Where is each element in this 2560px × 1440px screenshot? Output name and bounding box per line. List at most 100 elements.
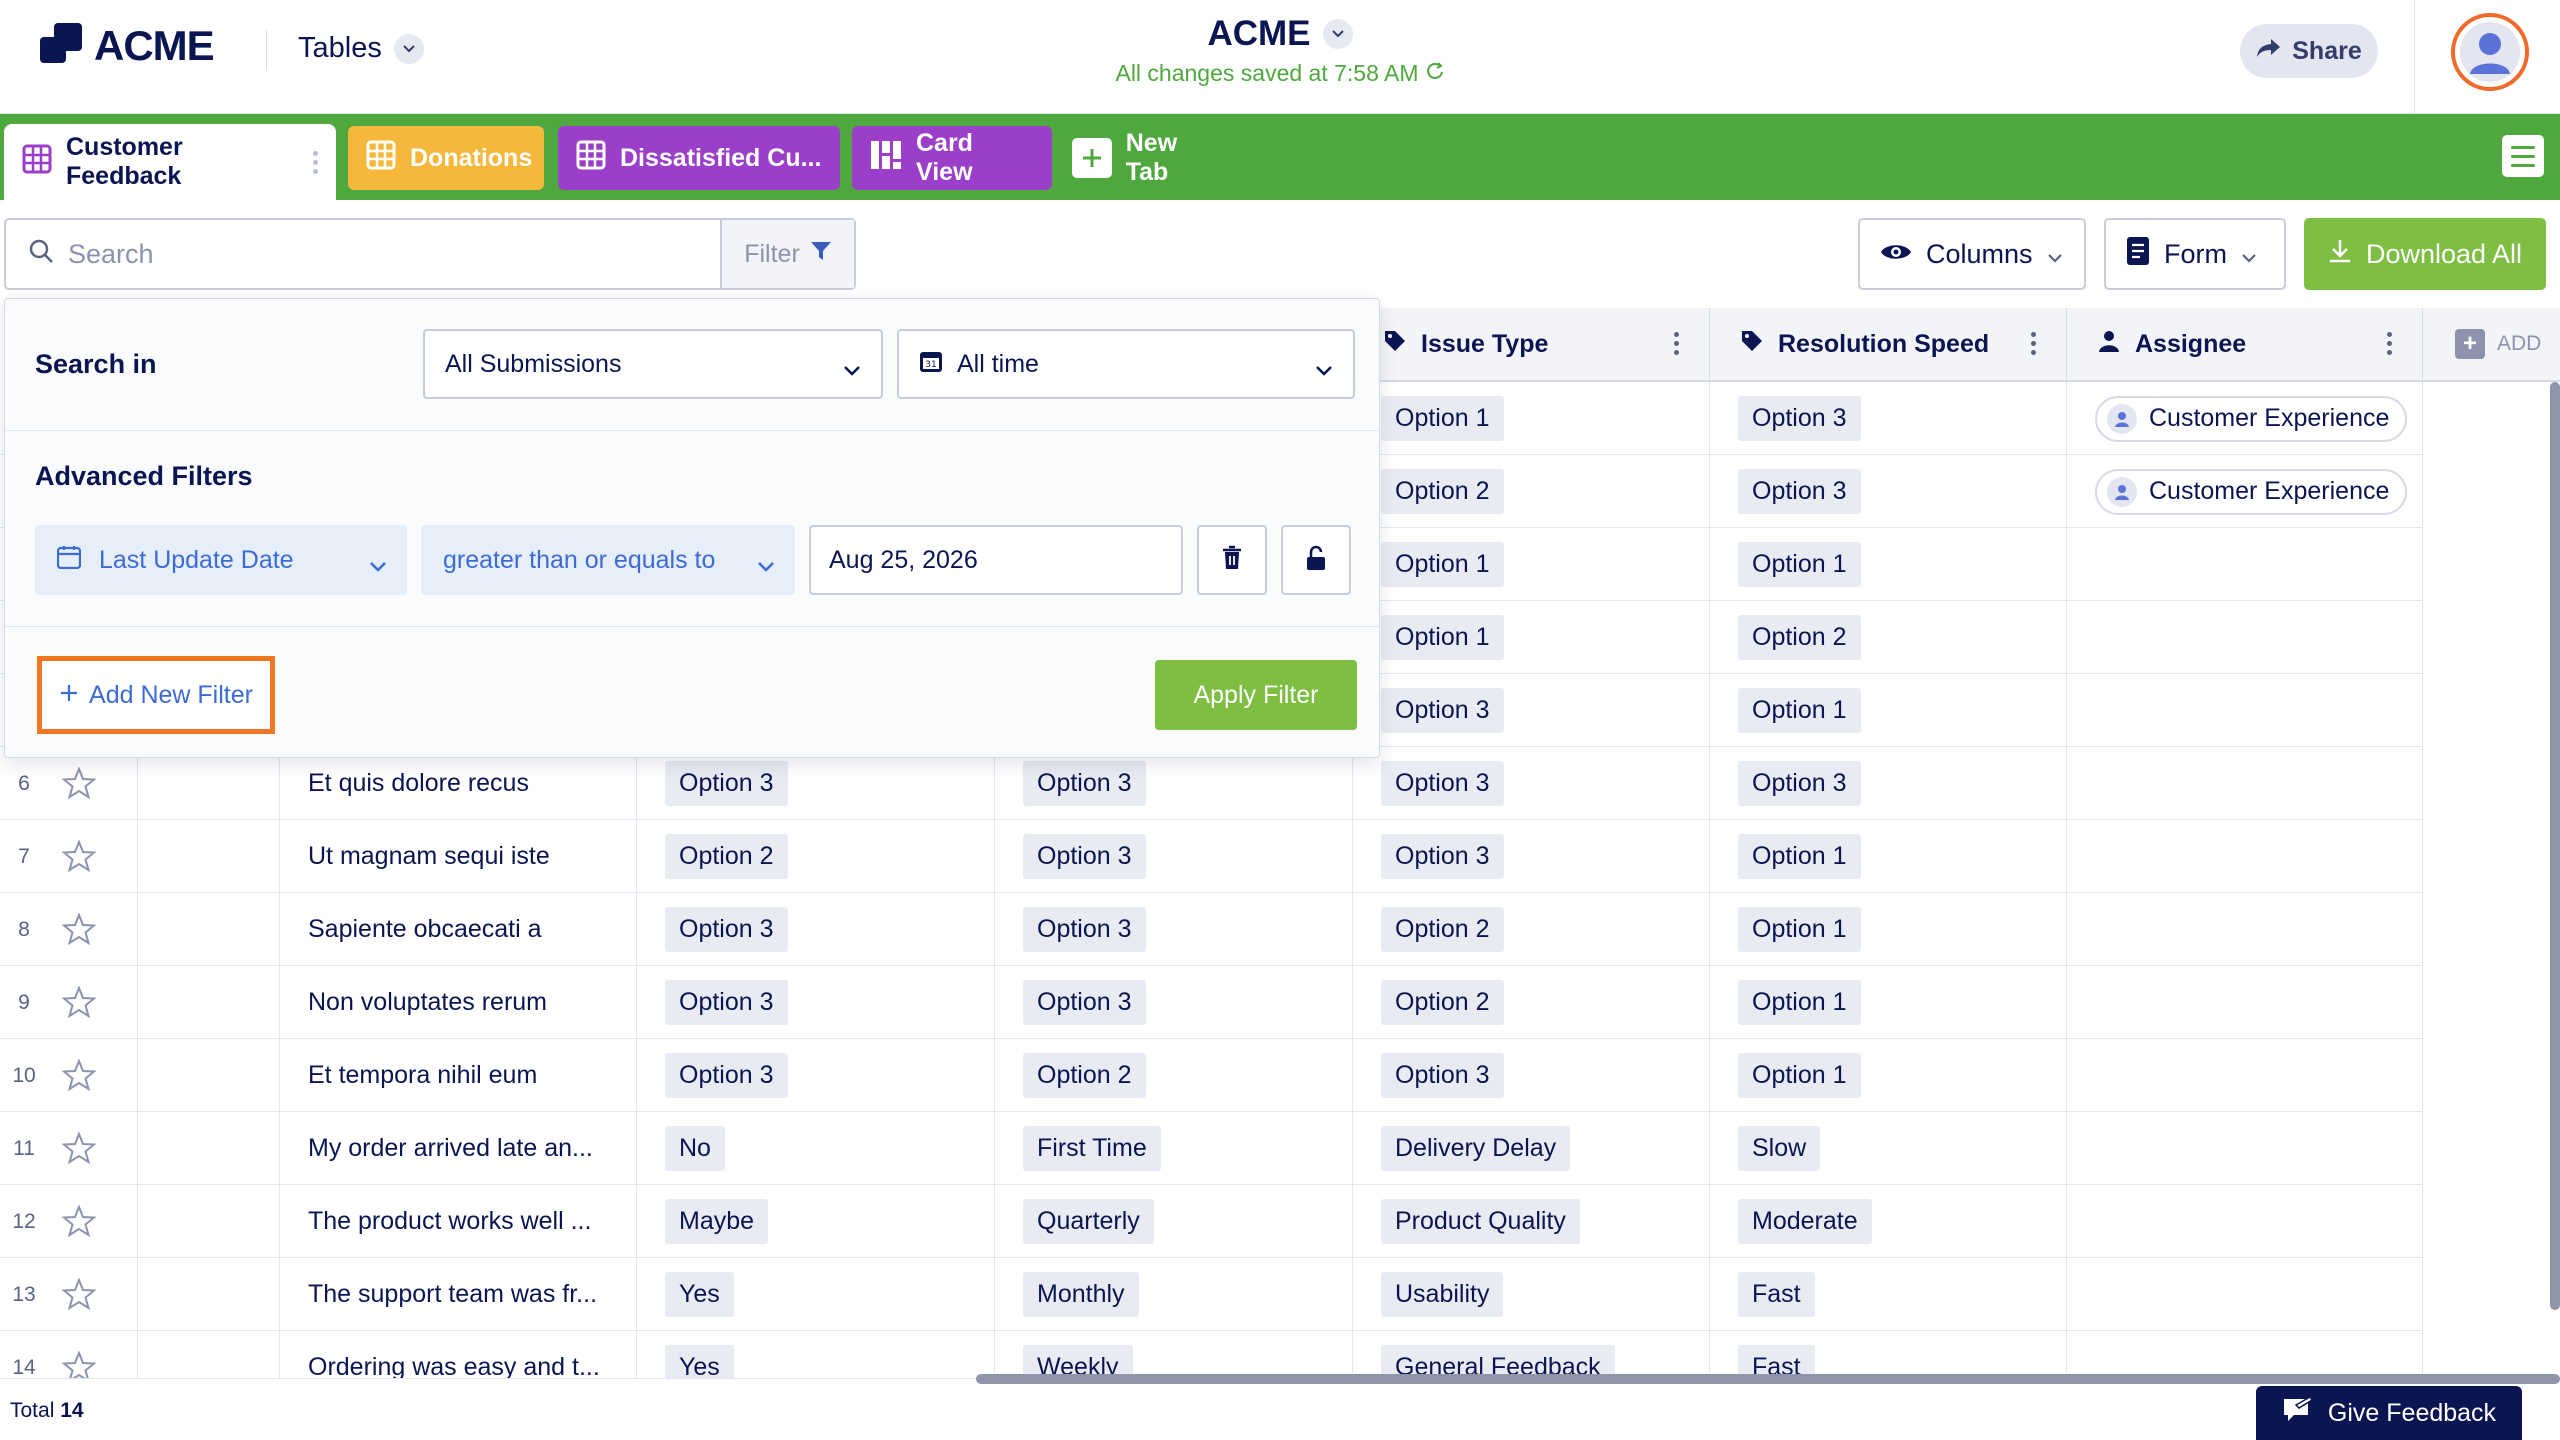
table-cell[interactable]	[137, 1258, 280, 1331]
table-cell[interactable]: Option 3	[637, 893, 995, 966]
table-cell[interactable]	[137, 966, 280, 1039]
table-cell[interactable]	[2067, 747, 2423, 820]
table-cell[interactable]: No	[637, 1112, 995, 1185]
table-cell[interactable]	[2067, 528, 2423, 601]
table-cell[interactable]: Fast	[1710, 1258, 2067, 1331]
column-menu-icon[interactable]	[2387, 332, 2392, 355]
table-cell[interactable]: Option 1	[1710, 528, 2067, 601]
column-header-issue-type[interactable]: Issue Type	[1353, 308, 1710, 382]
tab-donations[interactable]: Donations	[348, 126, 544, 190]
add-new-filter-button[interactable]: Add New Filter	[37, 656, 275, 734]
filter-date-input[interactable]: Aug 25, 2026	[809, 525, 1183, 595]
table-cell[interactable]: My order arrived late an...	[280, 1112, 637, 1185]
table-cell[interactable]: Yes	[637, 1258, 995, 1331]
vertical-scrollbar[interactable]	[2550, 382, 2560, 1310]
column-menu-icon[interactable]	[1674, 332, 1679, 355]
table-cell[interactable]	[2067, 820, 2423, 893]
lock-filter-button[interactable]	[1281, 525, 1351, 595]
table-row[interactable]: 9 Non voluptates rerum Option 3 Option 3 Opt…	[0, 966, 2423, 1039]
table-cell[interactable]	[2067, 893, 2423, 966]
table-cell[interactable]: Option 1	[1710, 966, 2067, 1039]
table-cell[interactable]: Slow	[1710, 1112, 2067, 1185]
table-cell[interactable]: Product Quality	[1353, 1185, 1710, 1258]
table-cell[interactable]: Option 3	[637, 1039, 995, 1112]
table-row[interactable]: 8 Sapiente obcaecati a Option 3 Option 3 Opt…	[0, 893, 2423, 966]
table-cell[interactable]: Option 1	[1353, 601, 1710, 674]
table-cell[interactable]: Option 2	[1353, 966, 1710, 1039]
star-icon[interactable]	[61, 839, 98, 874]
table-cell[interactable]: Option 3	[1710, 382, 2067, 455]
table-cell[interactable]: Customer Experience	[2067, 455, 2423, 528]
filter-field-select[interactable]: Last Update Date	[35, 525, 407, 595]
tab-more-icon[interactable]	[313, 150, 318, 174]
column-header-resolution-speed[interactable]: Resolution Speed	[1710, 308, 2067, 382]
table-cell[interactable]	[2067, 1112, 2423, 1185]
table-row[interactable]: 10 Et tempora nihil eum Option 3 Option 2 Op…	[0, 1039, 2423, 1112]
table-cell[interactable]: Et tempora nihil eum	[280, 1039, 637, 1112]
tab-card-view[interactable]: Card View	[852, 126, 1052, 190]
table-cell[interactable]: Usability	[1353, 1258, 1710, 1331]
submissions-select[interactable]: All Submissions	[423, 329, 883, 399]
table-cell[interactable]: Option 2	[995, 1039, 1353, 1112]
delete-filter-button[interactable]	[1197, 525, 1267, 595]
table-cell[interactable]: Option 1	[1353, 528, 1710, 601]
search-input[interactable]: Search	[6, 220, 722, 288]
filter-operator-select[interactable]: greater than or equals to	[421, 525, 795, 595]
table-cell[interactable]: Option 1	[1710, 674, 2067, 747]
table-cell[interactable]: Quarterly	[995, 1185, 1353, 1258]
table-cell[interactable]: Option 3	[995, 893, 1353, 966]
table-cell[interactable]: Moderate	[1710, 1185, 2067, 1258]
table-cell[interactable]: Option 2	[637, 820, 995, 893]
time-range-select[interactable]: 31 All time	[897, 329, 1355, 399]
table-cell[interactable]: Option 3	[1710, 455, 2067, 528]
star-icon[interactable]	[61, 985, 98, 1020]
table-cell[interactable]: Sapiente obcaecati a	[280, 893, 637, 966]
table-cell[interactable]: Option 3	[995, 966, 1353, 1039]
table-cell[interactable]	[2067, 1039, 2423, 1112]
table-cell[interactable]: Option 3	[1353, 674, 1710, 747]
table-cell[interactable]: Option 3	[1353, 1039, 1710, 1112]
table-row[interactable]: 7 Ut magnam sequi iste Option 2 Option 3 Opt…	[0, 820, 2423, 893]
table-cell[interactable]: Option 3	[1353, 820, 1710, 893]
table-cell[interactable]: Option 3	[995, 820, 1353, 893]
star-icon[interactable]	[61, 1131, 98, 1166]
column-header-assignee[interactable]: Assignee	[2067, 308, 2423, 382]
table-cell[interactable]: First Time	[995, 1112, 1353, 1185]
table-cell[interactable]: Option 3	[1353, 747, 1710, 820]
download-all-button[interactable]: Download All	[2304, 218, 2546, 290]
star-icon[interactable]	[61, 1277, 98, 1312]
table-cell[interactable]	[137, 1185, 280, 1258]
table-cell[interactable]: Option 2	[1353, 455, 1710, 528]
table-cell[interactable]	[137, 1112, 280, 1185]
table-cell[interactable]: Option 1	[1710, 820, 2067, 893]
star-icon[interactable]	[61, 912, 98, 947]
star-icon[interactable]	[61, 1058, 98, 1093]
star-icon[interactable]	[61, 766, 98, 801]
table-cell[interactable]: Ut magnam sequi iste	[280, 820, 637, 893]
share-button[interactable]: Share	[2240, 24, 2378, 78]
star-icon[interactable]	[61, 1204, 98, 1239]
table-cell[interactable]: Customer Experience	[2067, 382, 2423, 455]
table-cell[interactable]: Option 2	[1353, 893, 1710, 966]
table-cell[interactable]	[2067, 966, 2423, 1039]
table-cell[interactable]	[2067, 1258, 2423, 1331]
table-cell[interactable]	[2067, 674, 2423, 747]
table-cell[interactable]	[2067, 1185, 2423, 1258]
table-cell[interactable]	[137, 820, 280, 893]
table-cell[interactable]: Non voluptates rerum	[280, 966, 637, 1039]
table-cell[interactable]: The product works well ...	[280, 1185, 637, 1258]
horizontal-scrollbar[interactable]	[976, 1374, 2560, 1384]
table-row[interactable]: 11 My order arrived late an... No First Tim…	[0, 1112, 2423, 1185]
table-cell[interactable]: Monthly	[995, 1258, 1353, 1331]
apply-filter-button[interactable]: Apply Filter	[1155, 660, 1357, 730]
table-cell[interactable]: Option 2	[1710, 601, 2067, 674]
column-menu-icon[interactable]	[2031, 332, 2036, 355]
user-avatar[interactable]	[2451, 13, 2529, 91]
form-button[interactable]: Form	[2104, 218, 2286, 290]
tab-dissatisfied[interactable]: Dissatisfied Cu...	[558, 126, 840, 190]
table-cell[interactable]: Option 1	[1710, 1039, 2067, 1112]
table-cell[interactable]: Option 1	[1710, 893, 2067, 966]
table-cell[interactable]: The support team was fr...	[280, 1258, 637, 1331]
table-cell[interactable]: Option 3	[1710, 747, 2067, 820]
table-cell[interactable]: Option 1	[1353, 382, 1710, 455]
